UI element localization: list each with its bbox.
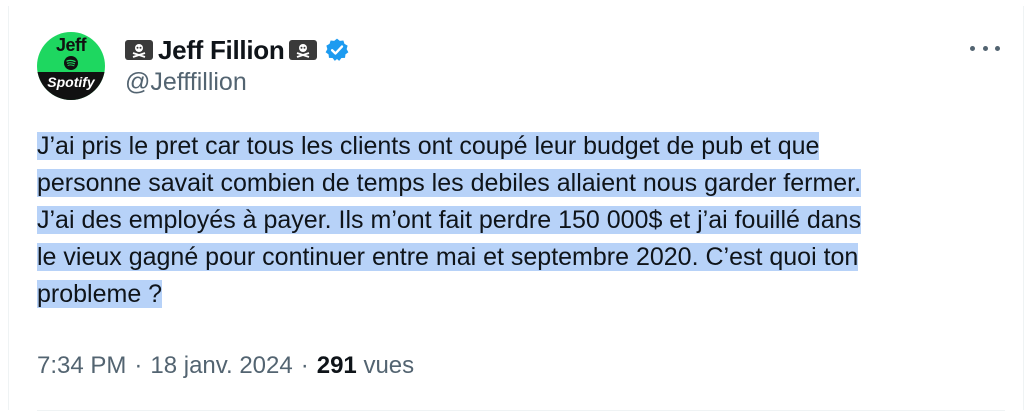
highlighted-text: J’ai pris le pret car tous les clients o… <box>37 132 820 160</box>
tweet-line: personne savait combien de temps les deb… <box>37 165 1005 202</box>
separator: · <box>300 352 309 379</box>
skull-crossbones-flag-icon <box>289 40 318 60</box>
tweet-line: J’ai pris le pret car tous les clients o… <box>37 128 1005 165</box>
avatar-bottom-text: Spotify <box>47 74 95 90</box>
highlighted-text: probleme ? <box>37 280 163 308</box>
highlighted-text: personne savait combien de temps les deb… <box>37 169 862 197</box>
author-name-row[interactable]: Jeff Fillion <box>125 33 350 67</box>
tweet-time[interactable]: 7:34 PM <box>37 352 126 379</box>
dot <box>995 45 1000 51</box>
avatar[interactable]: Jeff Spotify <box>37 32 105 100</box>
author-display-name[interactable]: Jeff Fillion <box>158 35 285 66</box>
separator: · <box>134 352 143 379</box>
divider <box>37 410 1005 411</box>
highlighted-text: J’ai des employés à payer. Ils m’ont fai… <box>37 206 862 234</box>
tweet-line: J’ai des employés à payer. Ils m’ont fai… <box>37 202 1005 239</box>
tweet-line: probleme ? <box>37 276 1005 313</box>
dot <box>982 45 988 51</box>
tweet-date[interactable]: 18 janv. 2024 <box>150 352 292 379</box>
spotify-logo-icon <box>64 56 78 70</box>
dot <box>970 45 975 51</box>
verified-badge-icon <box>326 38 349 61</box>
author-handle[interactable]: @Jefffillion <box>125 68 247 97</box>
highlighted-text: le vieux gagné pour continuer entre mai … <box>37 243 859 271</box>
tweet-meta: 7:34 PM · 18 janv. 2024 · 291 vues <box>37 352 414 380</box>
tweet-text: J’ai pris le pret car tous les clients o… <box>37 128 1005 313</box>
views-count[interactable]: 291 <box>317 352 357 379</box>
tweet-line: le vieux gagné pour continuer entre mai … <box>37 239 1005 276</box>
skull-crossbones-flag-icon <box>125 40 153 60</box>
more-options-icon[interactable] <box>970 38 1000 58</box>
avatar-top-text: Jeff <box>55 35 87 55</box>
views-label: vues <box>363 352 415 379</box>
